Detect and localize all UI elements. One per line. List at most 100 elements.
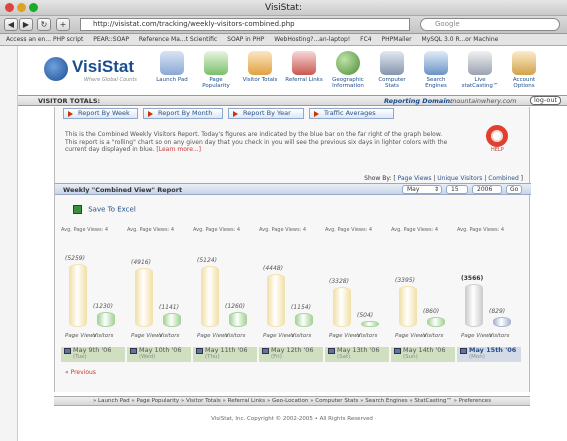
bookmark-item[interactable]: SOAP in PHP — [227, 36, 264, 43]
go-button[interactable]: Go — [506, 185, 522, 194]
avg-page-views-label: Avg. Page Views: 4 — [61, 227, 109, 233]
page-views-label: Page Views — [131, 333, 163, 339]
bar-value-label: (5124) — [197, 257, 217, 264]
show-combined-link[interactable]: Combined — [488, 175, 518, 182]
nav-live-statcasting[interactable]: Live statCasting™ — [460, 47, 500, 89]
background-window-edge — [0, 46, 18, 441]
bookmark-item[interactable]: FC4 — [360, 36, 371, 43]
section-title: VISITOR TOTALS: — [38, 97, 101, 105]
date-label: May 14th '06 — [403, 346, 446, 354]
bookmark-item[interactable]: Reference Ma...t Scientific — [139, 36, 217, 43]
page-views-bar — [69, 264, 87, 327]
page-views-bar — [201, 266, 219, 327]
nav-page-popularity[interactable]: Page Popularity — [196, 47, 236, 89]
logo-star-icon — [44, 57, 68, 81]
help-label: HELP — [491, 147, 504, 153]
date-cell[interactable]: May 9th '06 (Tue) — [61, 347, 125, 362]
copyright-text: VisiStat, Inc. Copyright © 2002-2005 • A… — [211, 416, 373, 422]
page-views-label: Page Views — [197, 333, 229, 339]
tab-report-by-month[interactable]: Report By Month — [143, 108, 223, 119]
learn-more-link[interactable]: [Learn more...] — [156, 146, 201, 153]
back-button[interactable]: ◀ — [4, 18, 18, 31]
logo-text: VisiStat — [72, 57, 135, 76]
day-select[interactable]: 15 — [446, 185, 468, 194]
visitors-bar — [427, 317, 445, 327]
logout-button[interactable]: log-out — [530, 96, 562, 105]
report-title: Weekly "Combined View" Report — [63, 186, 183, 194]
report-header-bar: Weekly "Combined View" Report May ⇕ 15 2… — [55, 183, 531, 195]
browser-toolbar: ◀ ▶ ↻ + http://visistat.com/tracking/wee… — [0, 16, 567, 34]
show-unique-visitors-link[interactable]: Unique Visitors — [437, 175, 482, 182]
avg-page-views-label: Avg. Page Views: 4 — [325, 227, 373, 233]
chart-column: Avg. Page Views: 4 (3328) Page Views (504) V… — [325, 227, 389, 345]
date-cell[interactable]: May 10th '06 (Wed) — [127, 347, 191, 362]
footer-nav[interactable]: » Launch Pad » Page Popularity » Visitor… — [54, 396, 530, 406]
bookmark-item[interactable]: Access an en... PHP script — [6, 36, 83, 43]
visitors-label: Visitors — [291, 333, 312, 339]
chart-column: Avg. Page Views: 4 (3566) Page Views (829) V… — [457, 227, 521, 345]
month-select[interactable]: May ⇕ — [402, 185, 442, 194]
date-cell[interactable]: May 15th '06 (Mon) — [457, 347, 521, 362]
nav-computer-stats[interactable]: Computer Stats — [372, 47, 412, 89]
nav-search-engines[interactable]: Search Engines — [416, 47, 456, 89]
close-window-icon[interactable] — [5, 3, 14, 12]
help-button[interactable]: HELP — [483, 125, 511, 153]
avg-page-views-label: Avg. Page Views: 4 — [127, 227, 175, 233]
visistat-logo[interactable]: VisiStat Where Global Counts — [44, 55, 154, 87]
url-text: http://visistat.com/tracking/weekly-visi… — [93, 20, 295, 28]
page-views-bar — [333, 287, 351, 327]
save-to-excel-button[interactable]: Save To Excel — [73, 205, 136, 214]
date-cell[interactable]: May 13th '06 (Sat) — [325, 347, 389, 362]
bar-value-label: (5259) — [65, 255, 85, 262]
excel-icon — [73, 205, 82, 214]
visitors-label: Visitors — [225, 333, 246, 339]
bookmark-item[interactable]: MySQL 3.0 R...or Machine — [422, 36, 499, 43]
date-cell[interactable]: May 14th '06 (Sun) — [391, 347, 455, 362]
calendar-icon — [328, 348, 335, 354]
calendar-icon — [394, 348, 401, 354]
nav-geographic-information[interactable]: Geographic Information — [328, 47, 368, 89]
page-views-label: Page Views — [461, 333, 493, 339]
logo-tagline: Where Global Counts — [84, 77, 137, 83]
nav-launch-pad[interactable]: Launch Pad — [152, 47, 192, 83]
visitors-label: Visitors — [159, 333, 180, 339]
gears-icon — [512, 51, 536, 75]
year-select[interactable]: 2006 — [472, 185, 502, 194]
show-page-views-link[interactable]: Page Views — [398, 175, 432, 182]
reporting-domain-label: Reporting Domain: — [384, 97, 453, 105]
forward-button[interactable]: ▶ — [19, 18, 33, 31]
bookmark-item[interactable]: WebHosting?...an-laptop! — [274, 36, 350, 43]
page-views-label: Page Views — [329, 333, 361, 339]
calendar-icon — [460, 348, 467, 354]
tab-traffic-averages[interactable]: Traffic Averages — [309, 108, 394, 119]
bookmark-item[interactable]: PEAR::SOAP — [93, 36, 129, 43]
previous-link[interactable]: « Previous — [65, 369, 96, 376]
address-bar[interactable]: http://visistat.com/tracking/weekly-visi… — [80, 18, 410, 31]
date-label: May 13th '06 — [337, 346, 380, 354]
date-cell[interactable]: May 11th '06 (Thu) — [193, 347, 257, 362]
zoom-window-icon[interactable] — [29, 3, 38, 12]
date-label: May 10th '06 — [139, 346, 182, 354]
visitors-bar — [493, 317, 511, 327]
nav-referral-links[interactable]: Referral Links — [284, 47, 324, 83]
bookmarks-bar: Access an en... PHP script PEAR::SOAP Re… — [0, 34, 567, 46]
nav-account-options[interactable]: Account Options — [504, 47, 544, 89]
minimize-window-icon[interactable] — [17, 3, 26, 12]
reload-button[interactable]: ↻ — [37, 18, 51, 31]
nav-visitor-totals[interactable]: Visitor Totals — [240, 47, 280, 83]
tab-report-by-week[interactable]: Report By Week — [63, 108, 138, 119]
chart-column: Avg. Page Views: 4 (4448) Page Views (1154)… — [259, 227, 323, 345]
tab-report-by-year[interactable]: Report By Year — [228, 108, 304, 119]
day-name-label: (Sat) — [337, 354, 351, 360]
date-cell[interactable]: May 12th '06 (Fri) — [259, 347, 323, 362]
bar-value-label: (829) — [489, 308, 506, 315]
search-placeholder: Google — [435, 20, 460, 28]
bookmark-item[interactable]: PHPMailer — [382, 36, 412, 43]
bar-value-label: (1260) — [225, 303, 245, 310]
visitors-label: Visitors — [357, 333, 378, 339]
add-bookmark-button[interactable]: + — [56, 18, 70, 31]
search-input[interactable]: Google — [420, 18, 560, 31]
day-name-label: (Wed) — [139, 354, 156, 360]
bar-value-label: (3328) — [329, 278, 349, 285]
chart-column: Avg. Page Views: 4 (3395) Page Views (860) V… — [391, 227, 455, 345]
